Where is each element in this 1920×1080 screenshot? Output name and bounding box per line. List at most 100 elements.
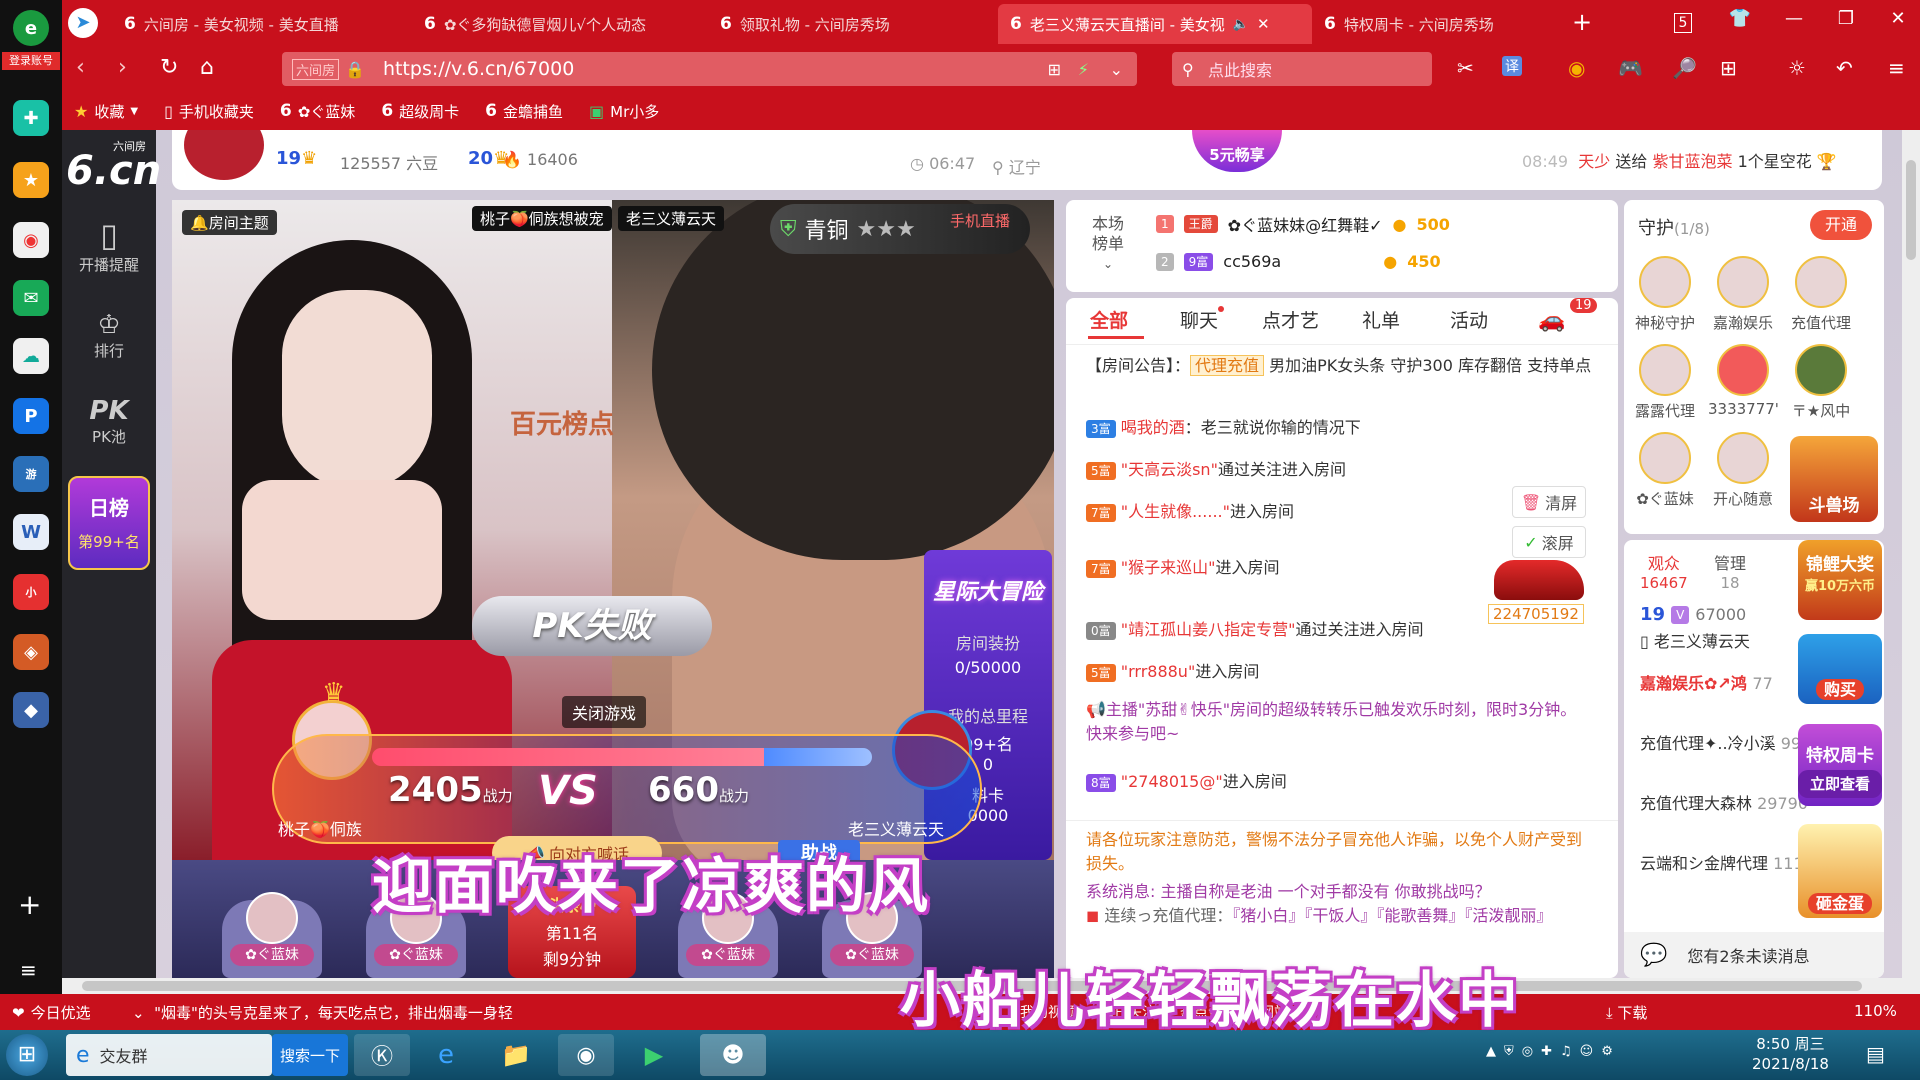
host-row[interactable]: 19 V 67000 bbox=[1640, 604, 1746, 625]
bookmark-2[interactable]: 6 ✿ぐ蓝妹 bbox=[280, 101, 355, 122]
tab-activity[interactable]: 活动 bbox=[1450, 306, 1488, 333]
vertical-scrollbar[interactable] bbox=[1902, 130, 1920, 994]
chat-user[interactable]: "靖江孤山姜八指定专营" bbox=[1121, 620, 1296, 639]
bolt-icon[interactable]: ⚡ bbox=[1078, 60, 1089, 79]
seat-0[interactable]: ✿ぐ蓝妹 bbox=[212, 880, 332, 978]
guard-member[interactable]: 露露代理 bbox=[1630, 344, 1700, 421]
bookmark-favorites[interactable]: ★ 收藏 ▼ bbox=[74, 101, 138, 122]
sidebar-item-pk-pool[interactable]: PK PK池 bbox=[62, 396, 156, 447]
speaker-icon[interactable]: 🔈 bbox=[1233, 17, 1249, 32]
tab-all[interactable]: 全部 bbox=[1090, 306, 1128, 333]
guard-member[interactable]: 3333777' bbox=[1708, 344, 1779, 418]
golden-egg-promo[interactable]: 砸金蛋 bbox=[1798, 824, 1882, 918]
tab-chat[interactable]: 聊天 bbox=[1180, 306, 1218, 333]
taskbar-search-button[interactable]: 搜索一下 bbox=[272, 1034, 348, 1076]
tab-1[interactable]: 6 ✿ぐ多狗缺德冒烟儿√个人动态 bbox=[412, 4, 708, 44]
site-logo[interactable]: 六间房 6.cn bbox=[66, 136, 161, 194]
chat-user[interactable]: "人生就像......" bbox=[1121, 502, 1230, 521]
refresh-icon[interactable]: ↻ bbox=[160, 55, 178, 80]
buy-promo[interactable]: 购买 bbox=[1798, 634, 1882, 704]
apps-icon[interactable]: ⊞ bbox=[1720, 56, 1737, 80]
tray-icons[interactable]: ▲⛨◎✚♫☺⚙ bbox=[1486, 1044, 1621, 1059]
ranking-row-1[interactable]: 1 王爵 ✿ぐ蓝妹妹@红舞鞋✓ ● 500 bbox=[1156, 212, 1450, 236]
minimize-icon[interactable]: — bbox=[1778, 8, 1810, 29]
tab-count-badge[interactable]: 5 bbox=[1674, 13, 1692, 33]
news-ticker[interactable]: ⌄ "烟毒"的头号克星来了，每天吃点它，排出烟毒一身轻 bbox=[132, 1002, 513, 1023]
shirt-icon[interactable]: 👕 bbox=[1724, 8, 1756, 29]
taskbar-k-app-icon[interactable]: Ⓚ bbox=[354, 1034, 410, 1076]
clock[interactable]: 8:50 周三 2021/8/18 bbox=[1752, 1034, 1829, 1074]
car-icon[interactable]: 🚗 bbox=[1538, 308, 1565, 333]
sidebar-item-rank[interactable]: ♔ 排行 bbox=[62, 310, 156, 361]
audience-row[interactable]: 充值代理✦..冷小溪 998 bbox=[1640, 730, 1811, 754]
taskbar-active-app-icon[interactable]: ☻ bbox=[700, 1034, 766, 1076]
scroll-thumb[interactable] bbox=[1906, 160, 1916, 260]
login-account-button[interactable]: 登录账号 bbox=[2, 52, 60, 70]
p-app-icon[interactable]: P bbox=[13, 398, 49, 434]
privilege-promo[interactable]: 特权周卡 立即查看 bbox=[1798, 724, 1882, 806]
notice-tag[interactable]: 代理充值 bbox=[1190, 355, 1265, 376]
taskbar-ie-icon[interactable]: e bbox=[418, 1034, 474, 1076]
host-name[interactable]: ▯ 老三义薄云天 bbox=[1640, 628, 1750, 652]
chat-user[interactable]: 喝我的酒 bbox=[1121, 418, 1185, 437]
beast-arena-promo[interactable]: 斗兽场 bbox=[1790, 436, 1878, 522]
room-topic[interactable]: 🔔房间主题 bbox=[182, 210, 277, 235]
translate-button[interactable]: 译 bbox=[1502, 56, 1522, 76]
browser-menu-icon[interactable]: ≡ bbox=[1888, 56, 1905, 80]
zoom-level[interactable]: 110% bbox=[1854, 1002, 1897, 1020]
back-icon[interactable]: ‹ bbox=[76, 55, 85, 80]
open-guard-button[interactable]: 开通 bbox=[1810, 210, 1872, 240]
taskbar-player-icon[interactable]: ▶ bbox=[626, 1034, 682, 1076]
taskbar-ie-search[interactable]: e 交友群 bbox=[66, 1034, 272, 1076]
gamepad-icon[interactable]: 🎮 bbox=[1618, 56, 1643, 80]
chat-user[interactable]: "猴子来巡山" bbox=[1121, 558, 1216, 577]
today-picks[interactable]: ❤ 今日优选 bbox=[12, 1002, 91, 1023]
clear-screen-button[interactable]: 🗑 清屏 bbox=[1512, 486, 1586, 518]
taskbar-folder-icon[interactable]: 📁 bbox=[488, 1034, 544, 1076]
game3-icon[interactable]: ◆ bbox=[13, 692, 49, 728]
host-avatar[interactable] bbox=[184, 130, 264, 180]
guard-member[interactable]: 开心随意 bbox=[1708, 432, 1778, 509]
brightness-icon[interactable]: ☼ bbox=[1788, 56, 1806, 80]
tab-4[interactable]: 6 特权周卡 - 六间房秀场 bbox=[1312, 4, 1602, 44]
search-box[interactable]: ⚲ 点此搜索 bbox=[1172, 52, 1432, 86]
bookmark-3[interactable]: 6 超级周卡 bbox=[381, 101, 459, 122]
start-button[interactable]: ⊞ bbox=[6, 1034, 48, 1076]
notification-icon[interactable]: ▤ bbox=[1866, 1042, 1885, 1066]
promo-5yuan[interactable]: 5元畅享 bbox=[1192, 130, 1282, 172]
mail-icon[interactable]: ✉ bbox=[13, 280, 49, 316]
koi-promo[interactable]: 锦鲤大奖 赢10万六币 bbox=[1798, 540, 1882, 620]
scroll-screen-button[interactable]: ✓ 滚屏 bbox=[1512, 526, 1586, 558]
home-icon[interactable]: ⌂ bbox=[200, 55, 214, 80]
forward-icon[interactable]: › bbox=[118, 55, 127, 80]
chat-user[interactable]: "rrr888u" bbox=[1121, 662, 1196, 681]
dock-app-icon[interactable]: ✚ bbox=[13, 100, 49, 136]
ranking-row-2[interactable]: 2 9富 cc569a ● 450 bbox=[1156, 252, 1441, 271]
ranking-title[interactable]: 本场 榜单 ⌄ bbox=[1092, 214, 1124, 274]
menu-icon[interactable]: ≡ bbox=[20, 958, 37, 982]
download-button[interactable]: ⤓ 下载 bbox=[1606, 1002, 1647, 1023]
undo-icon[interactable]: ↶ bbox=[1836, 56, 1853, 80]
new-tab-icon[interactable]: + bbox=[1566, 8, 1598, 36]
guard-member[interactable]: 〒★风中 bbox=[1786, 344, 1856, 421]
url-text[interactable]: https://v.6.cn/67000 bbox=[383, 58, 574, 80]
restore-icon[interactable]: ❐ bbox=[1830, 8, 1862, 29]
guard-member[interactable]: ✿ぐ蓝妹 bbox=[1630, 432, 1700, 509]
bookmark-mobile[interactable]: ▯ 手机收藏夹 bbox=[164, 101, 254, 122]
chat-user[interactable]: "天高云淡sn" bbox=[1121, 460, 1218, 479]
cloud-icon[interactable]: ☁ bbox=[13, 338, 49, 374]
guard-member[interactable]: 充值代理 bbox=[1786, 256, 1856, 333]
guard-member[interactable]: 嘉瀚娱乐 bbox=[1708, 256, 1778, 333]
tab-talent[interactable]: 点才艺 bbox=[1262, 306, 1319, 333]
car-id[interactable]: 224705192 bbox=[1488, 604, 1584, 624]
magnifier-icon[interactable]: 🔎 bbox=[1672, 56, 1697, 80]
scissors-icon[interactable]: ✂ bbox=[1457, 56, 1474, 80]
star-icon[interactable]: ★ bbox=[13, 162, 49, 198]
navigate-icon[interactable]: ➤ bbox=[68, 8, 98, 38]
audience-row[interactable]: 充值代理大森林 29790 bbox=[1640, 790, 1808, 814]
daily-rank-card[interactable]: 日榜 第99+名 bbox=[68, 476, 150, 570]
audience-row[interactable]: 云端和シ金牌代理 11115 bbox=[1640, 850, 1824, 874]
close-icon[interactable]: ✕ bbox=[1257, 15, 1270, 33]
audience-tab[interactable]: 观众 16467 bbox=[1640, 550, 1688, 592]
game2-icon[interactable]: ◈ bbox=[13, 634, 49, 670]
